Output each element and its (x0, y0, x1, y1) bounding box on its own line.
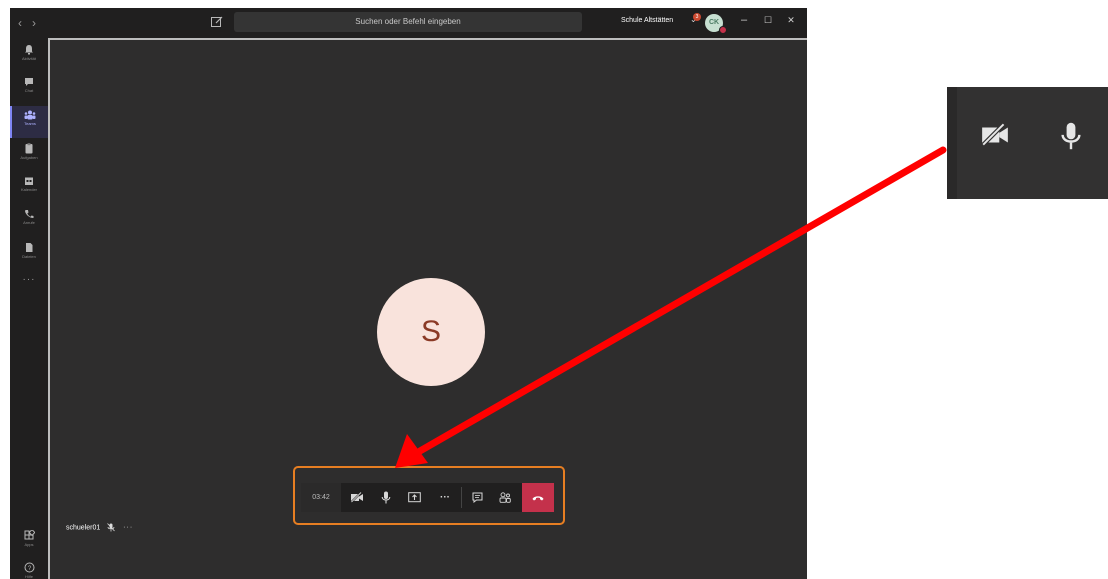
annotation-arrow (395, 146, 947, 468)
